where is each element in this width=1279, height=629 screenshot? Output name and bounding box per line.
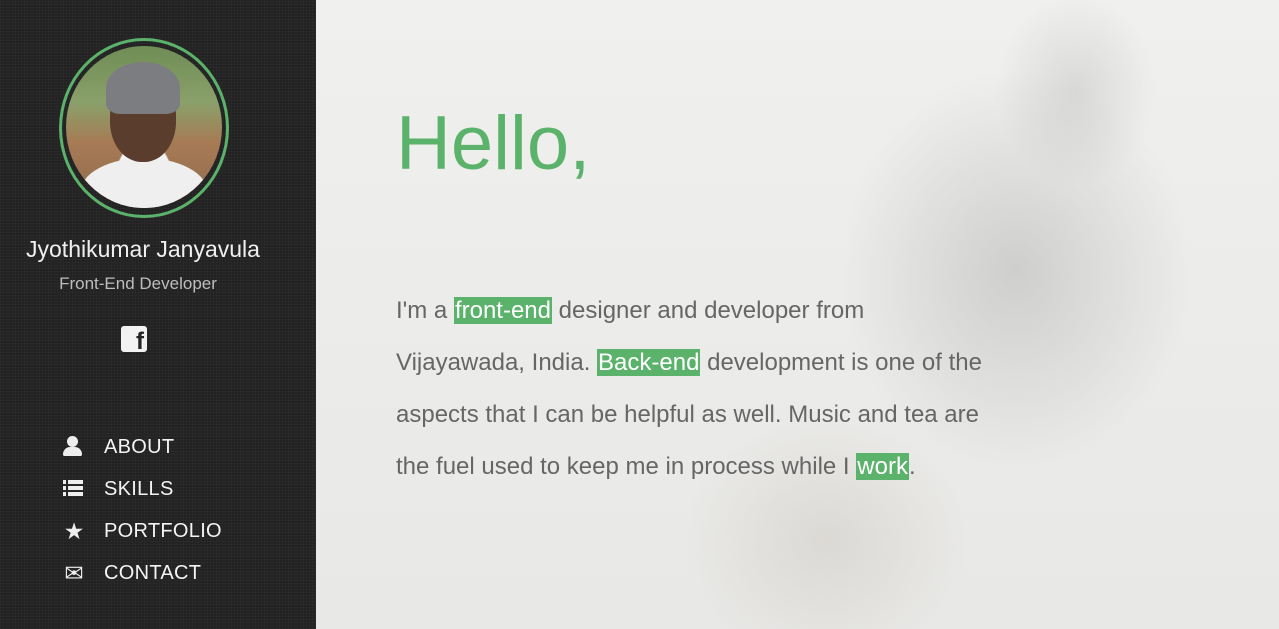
nav-label-contact: CONTACT (104, 561, 202, 584)
nav-item-skills[interactable]: SKILLS (62, 474, 262, 504)
facebook-icon[interactable]: f (121, 326, 147, 352)
highlight-work: work (856, 453, 909, 480)
profile-name: Jyothikumar Janyavula (26, 236, 260, 262)
hero-section: Hello, I'm a front-end designer and deve… (316, 0, 1279, 629)
sidebar: Jyothikumar Janyavula Front-End Develope… (0, 0, 316, 629)
nav-item-portfolio[interactable]: ★ PORTFOLIO (62, 516, 262, 546)
avatar (66, 46, 222, 208)
highlight-back-end: Back-end (597, 349, 701, 376)
nav-item-contact[interactable]: ✉ CONTACT (62, 558, 262, 588)
profile-role: Front-End Developer (59, 274, 217, 293)
intro-paragraph: I'm a front-end designer and developer f… (396, 297, 982, 480)
nav-item-about[interactable]: ABOUT (62, 432, 262, 462)
nav-label-about: ABOUT (104, 435, 175, 458)
user-icon (62, 435, 86, 459)
star-icon: ★ (63, 518, 85, 544)
list-icon (62, 477, 86, 501)
nav-label-portfolio: PORTFOLIO (104, 519, 222, 542)
nav-label-skills: SKILLS (104, 477, 174, 500)
hero-title: Hello, (396, 101, 591, 186)
highlight-front-end: front-end (453, 297, 552, 324)
mail-icon: ✉ (64, 560, 84, 586)
